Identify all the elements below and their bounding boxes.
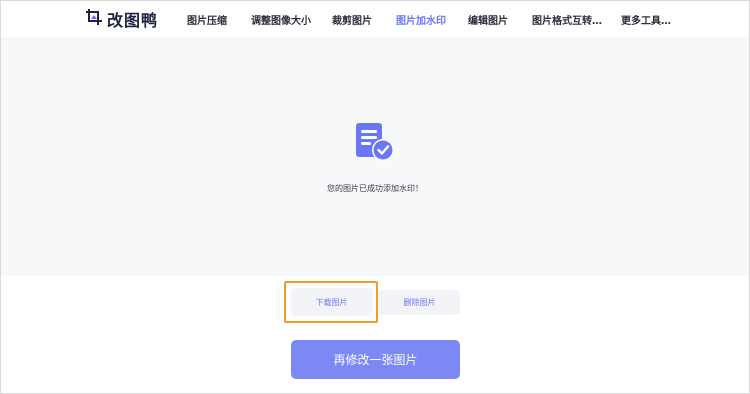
- nav-item-crop-image[interactable]: 裁剪图片: [332, 12, 372, 27]
- logo-icon: [85, 8, 103, 30]
- nav-item-image-compress[interactable]: 图片压缩: [187, 12, 227, 27]
- nav-item-resize-image[interactable]: 调整图像大小: [251, 12, 311, 27]
- success-message: 您的图片已成功添加水印！: [327, 184, 423, 193]
- nav-item-edit-image[interactable]: 编辑图片: [468, 12, 508, 27]
- delete-button[interactable]: 删除图片: [379, 290, 460, 315]
- nav-item-format-convert[interactable]: 图片格式互转…: [532, 12, 602, 27]
- app-window: 改图鸭 图片压缩 调整图像大小 裁剪图片 图片加水印 编辑图片 图片格式互转… …: [0, 0, 750, 394]
- nav-item-more-tools[interactable]: 更多工具…: [621, 12, 671, 27]
- result-panel: 您的图片已成功添加水印！: [1, 37, 749, 276]
- logo-text: 改图鸭: [107, 11, 159, 30]
- logo[interactable]: 改图鸭: [85, 8, 158, 30]
- document-check-icon: [355, 123, 397, 167]
- nav-item-add-watermark[interactable]: 图片加水印: [396, 12, 446, 27]
- top-navbar: 改图鸭 图片压缩 调整图像大小 裁剪图片 图片加水印 编辑图片 图片格式互转… …: [1, 1, 749, 37]
- download-button[interactable]: 下载图片: [291, 288, 372, 316]
- remodify-button[interactable]: 再修改一张图片: [291, 340, 460, 379]
